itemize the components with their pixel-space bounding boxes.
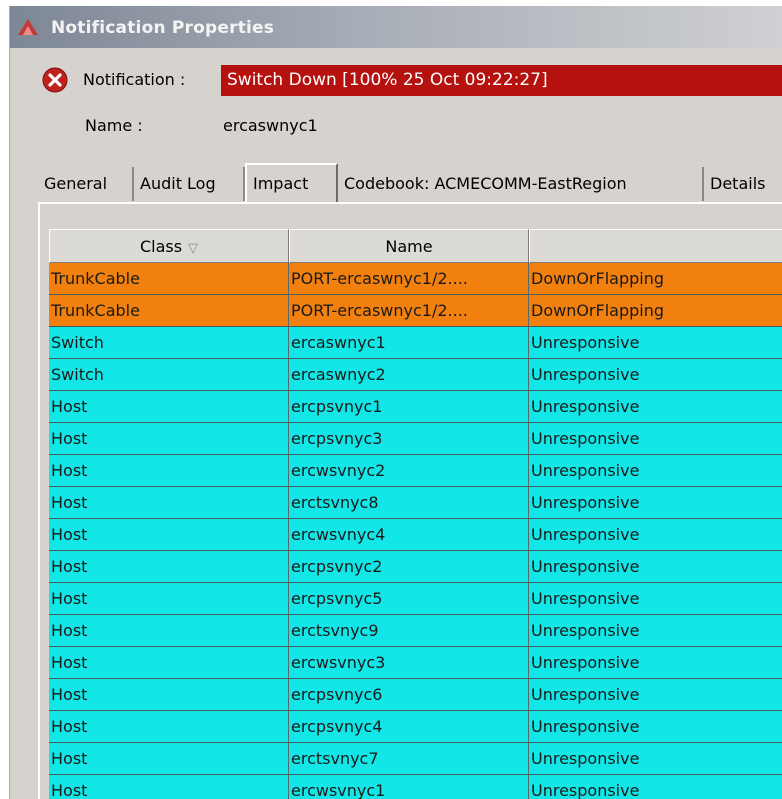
- table-row[interactable]: Host ercwsvnyc1 Unresponsive: [49, 775, 782, 799]
- cell-class: Host: [49, 455, 289, 487]
- cell-class: Host: [49, 423, 289, 455]
- impact-panel: Class ▽ Name TrunkCable PORT-ercaswnyc1/2.…: [38, 202, 782, 799]
- table-row[interactable]: Host ercpsvnyc5 Unresponsive: [49, 583, 782, 615]
- table-row[interactable]: Host ercwsvnyc4 Unresponsive: [49, 519, 782, 551]
- table-row[interactable]: Host erctsvnyc8 Unresponsive: [49, 487, 782, 519]
- cell-event: DownOrFlapping: [529, 263, 782, 295]
- cell-event: Unresponsive: [529, 391, 782, 423]
- cell-event: Unresponsive: [529, 583, 782, 615]
- cell-class: Host: [49, 487, 289, 519]
- cell-event: Unresponsive: [529, 647, 782, 679]
- cell-event: Unresponsive: [529, 743, 782, 775]
- cell-name: PORT-ercaswnyc1/2....: [289, 295, 529, 327]
- cell-name: erctsvnyc8: [289, 487, 529, 519]
- table-row[interactable]: Switch ercaswnyc1 Unresponsive: [49, 327, 782, 359]
- cell-class: TrunkCable: [49, 295, 289, 327]
- cell-name: PORT-ercaswnyc1/2....: [289, 263, 529, 295]
- cell-class: Switch: [49, 359, 289, 391]
- cell-event: Unresponsive: [529, 327, 782, 359]
- table-row[interactable]: Host ercpsvnyc2 Unresponsive: [49, 551, 782, 583]
- cell-class: Host: [49, 647, 289, 679]
- table-row[interactable]: Host erctsvnyc9 Unresponsive: [49, 615, 782, 647]
- cell-name: erctsvnyc9: [289, 615, 529, 647]
- table-row[interactable]: Host ercpsvnyc1 Unresponsive: [49, 391, 782, 423]
- app-logo-icon: [18, 19, 38, 35]
- cell-event: Unresponsive: [529, 775, 782, 799]
- title-bar[interactable]: Notification Properties: [10, 6, 782, 48]
- notification-label: Notification :: [83, 70, 186, 89]
- cell-name: ercpsvnyc6: [289, 679, 529, 711]
- cell-name: ercpsvnyc2: [289, 551, 529, 583]
- cell-name: erctsvnyc7: [289, 743, 529, 775]
- cell-name: ercpsvnyc1: [289, 391, 529, 423]
- table-row[interactable]: Switch ercaswnyc2 Unresponsive: [49, 359, 782, 391]
- column-header-name[interactable]: Name: [289, 229, 529, 263]
- sort-descending-icon: ▽: [188, 241, 199, 256]
- cell-name: ercpsvnyc5: [289, 583, 529, 615]
- tab-codebook[interactable]: Codebook: ACMECOMM-EastRegion: [338, 167, 704, 201]
- tab-bar: General Audit Log Impact Codebook: ACMEC…: [38, 163, 782, 203]
- column-header-event[interactable]: [529, 229, 782, 263]
- table-row[interactable]: Host ercwsvnyc2 Unresponsive: [49, 455, 782, 487]
- cell-class: Host: [49, 391, 289, 423]
- table-row[interactable]: Host ercpsvnyc6 Unresponsive: [49, 679, 782, 711]
- cell-class: Host: [49, 679, 289, 711]
- table-row[interactable]: TrunkCable PORT-ercaswnyc1/2.... DownOrFla…: [49, 295, 782, 327]
- cell-class: Host: [49, 775, 289, 799]
- cell-name: ercpsvnyc4: [289, 711, 529, 743]
- cell-class: Host: [49, 551, 289, 583]
- cell-class: TrunkCable: [49, 263, 289, 295]
- cell-class: Host: [49, 615, 289, 647]
- cell-name: ercaswnyc2: [289, 359, 529, 391]
- cell-class: Switch: [49, 327, 289, 359]
- cell-class: Host: [49, 711, 289, 743]
- impact-table: Class ▽ Name TrunkCable PORT-ercaswnyc1/2.…: [49, 229, 782, 799]
- column-header-class-label: Class: [139, 237, 183, 256]
- cell-event: Unresponsive: [529, 551, 782, 583]
- cell-class: Host: [49, 743, 289, 775]
- cell-event: Unresponsive: [529, 679, 782, 711]
- name-value: ercaswnyc1: [223, 116, 318, 135]
- table-row[interactable]: Host ercwsvnyc3 Unresponsive: [49, 647, 782, 679]
- cell-name: ercpsvnyc3: [289, 423, 529, 455]
- error-icon: [42, 67, 68, 93]
- table-row[interactable]: Host erctsvnyc7 Unresponsive: [49, 743, 782, 775]
- tab-general[interactable]: General: [38, 167, 134, 201]
- cell-name: ercwsvnyc4: [289, 519, 529, 551]
- cell-event: Unresponsive: [529, 711, 782, 743]
- table-header: Class ▽ Name: [49, 229, 782, 263]
- cell-name: ercwsvnyc1: [289, 775, 529, 799]
- column-header-name-label: Name: [385, 237, 433, 256]
- cell-name: ercwsvnyc2: [289, 455, 529, 487]
- cell-class: Host: [49, 583, 289, 615]
- cell-class: Host: [49, 519, 289, 551]
- column-header-class[interactable]: Class ▽: [49, 229, 289, 263]
- cell-event: Unresponsive: [529, 359, 782, 391]
- tab-audit-log[interactable]: Audit Log: [134, 167, 245, 201]
- cell-event: Unresponsive: [529, 487, 782, 519]
- table-row[interactable]: Host ercpsvnyc3 Unresponsive: [49, 423, 782, 455]
- tab-impact[interactable]: Impact: [245, 163, 338, 203]
- cell-event: Unresponsive: [529, 455, 782, 487]
- cell-name: ercaswnyc1: [289, 327, 529, 359]
- cell-event: Unresponsive: [529, 615, 782, 647]
- tab-details[interactable]: Details: [704, 167, 782, 201]
- cell-event: Unresponsive: [529, 519, 782, 551]
- notification-value: Switch Down [100% 25 Oct 09:22:27]: [221, 65, 782, 96]
- name-label: Name :: [85, 116, 143, 135]
- cell-event: Unresponsive: [529, 423, 782, 455]
- cell-event: DownOrFlapping: [529, 295, 782, 327]
- window-title: Notification Properties: [51, 18, 275, 38]
- cell-name: ercwsvnyc3: [289, 647, 529, 679]
- table-row[interactable]: Host ercpsvnyc4 Unresponsive: [49, 711, 782, 743]
- table-row[interactable]: TrunkCable PORT-ercaswnyc1/2.... DownOrFla…: [49, 263, 782, 295]
- notification-properties-window: Notification Properties Notification : S…: [9, 6, 782, 799]
